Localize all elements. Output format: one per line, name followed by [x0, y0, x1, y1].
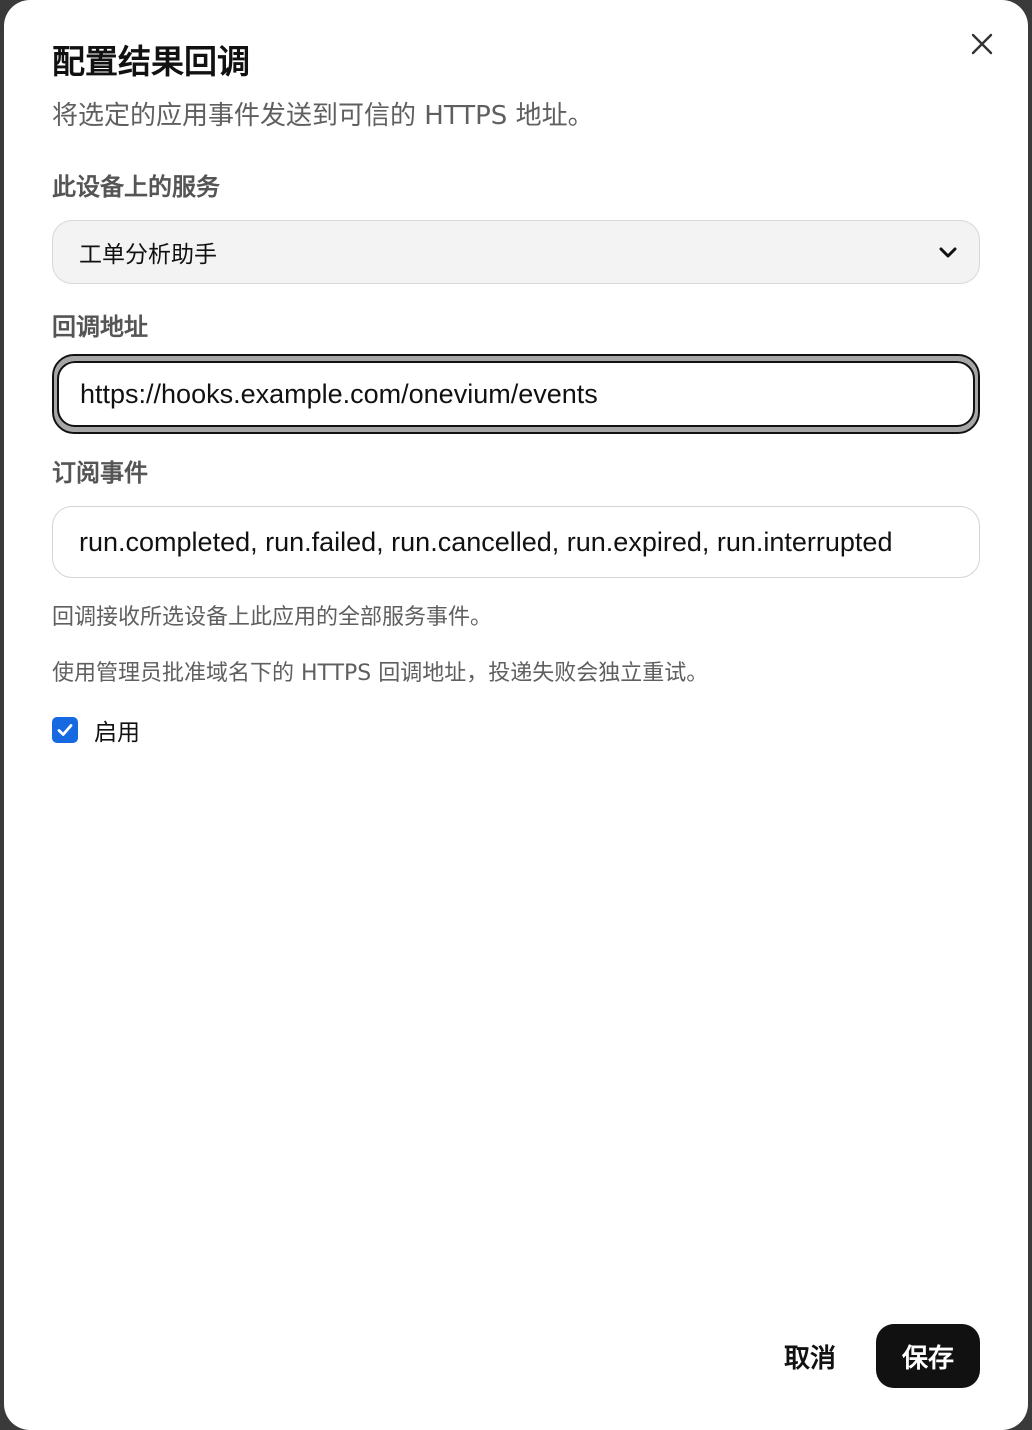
cancel-button[interactable]: 取消	[760, 1324, 860, 1388]
callback-url-value: https://hooks.example.com/onevium/events	[80, 378, 598, 409]
events-input[interactable]: run.completed, run.failed, run.cancelled…	[52, 506, 980, 578]
events-label: 订阅事件	[52, 459, 148, 487]
callback-config-dialog: 配置结果回调 将选定的应用事件发送到可信的 HTTPS 地址。 此设备上的服务 …	[4, 0, 1028, 1430]
hint-scope: 回调接收所选设备上此应用的全部服务事件。	[52, 605, 493, 630]
chevron-down-icon	[939, 247, 957, 258]
callback-url-label: 回调地址	[52, 313, 148, 341]
enabled-checkbox[interactable]	[52, 717, 78, 743]
enabled-label: 启用	[94, 720, 140, 746]
check-icon	[57, 724, 73, 736]
close-button[interactable]	[966, 28, 998, 60]
dialog-subtitle: 将选定的应用事件发送到可信的 HTTPS 地址。	[52, 101, 594, 131]
hint-https: 使用管理员批准域名下的 HTTPS 回调地址，投递失败会独立重试。	[52, 661, 709, 686]
close-icon	[971, 33, 993, 55]
callback-url-input[interactable]: https://hooks.example.com/onevium/events	[52, 354, 980, 434]
service-select-value: 工单分析助手	[79, 242, 217, 268]
service-select[interactable]: 工单分析助手	[52, 220, 980, 284]
events-value: run.completed, run.failed, run.cancelled…	[79, 526, 893, 557]
enabled-toggle[interactable]: 启用	[52, 715, 140, 746]
save-button[interactable]: 保存	[876, 1324, 980, 1388]
service-label: 此设备上的服务	[52, 173, 220, 201]
dialog-title: 配置结果回调	[52, 42, 250, 81]
